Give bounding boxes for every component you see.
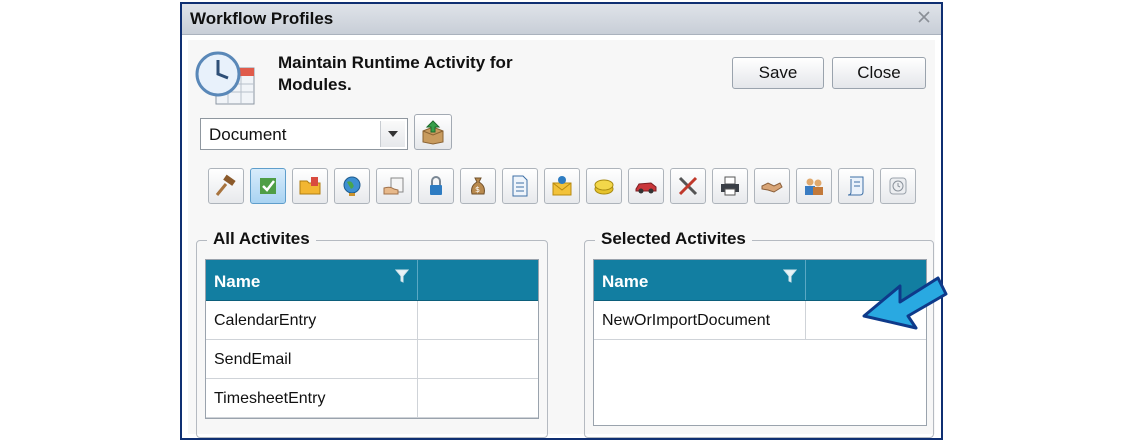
printer-icon <box>721 176 739 196</box>
dropdown-arrow-icon[interactable] <box>380 121 405 147</box>
tool-coins[interactable] <box>586 168 622 204</box>
tool-globe[interactable] <box>334 168 370 204</box>
tool-hand-document[interactable] <box>376 168 412 204</box>
table-row[interactable]: TimesheetEntry <box>206 379 538 418</box>
activity-name-cell: SendEmail <box>206 340 418 378</box>
tool-clock[interactable] <box>880 168 916 204</box>
activity-name-cell: CalendarEntry <box>206 301 418 339</box>
people-icon <box>805 178 823 195</box>
tool-scroll[interactable] <box>838 168 874 204</box>
folder-icon <box>299 177 321 195</box>
tool-gavel[interactable] <box>208 168 244 204</box>
name-column-label: Name <box>214 272 261 291</box>
tool-lock[interactable] <box>418 168 454 204</box>
selected-activities-legend: Selected Activites <box>595 229 752 249</box>
tool-mail[interactable] <box>544 168 580 204</box>
workflow-profiles-window: Workflow Profiles Maintain Runtime Activ… <box>180 2 943 440</box>
scroll-icon <box>847 176 864 196</box>
car-icon <box>635 182 657 194</box>
activity-name-cell: NewOrImportDocument <box>594 301 806 339</box>
mail-icon <box>552 176 572 196</box>
name-column-header[interactable]: Name <box>594 260 806 300</box>
all-activities-grid: Name CalendarEntry SendEmail TimesheetEn… <box>205 259 539 419</box>
coins-icon <box>594 179 614 195</box>
box-arrow-icon <box>422 120 444 145</box>
calendar-clock-icon <box>195 51 255 105</box>
tool-money-bag[interactable]: $ <box>460 168 496 204</box>
dialog-content: Maintain Runtime Activity for Modules. S… <box>188 40 935 438</box>
hand-document-icon <box>383 177 404 195</box>
svg-text:$: $ <box>475 185 480 194</box>
header-description: Maintain Runtime Activity for Modules. <box>278 53 513 94</box>
empty-column-header <box>418 260 538 300</box>
export-button[interactable] <box>414 114 452 150</box>
money-bag-icon: $ <box>471 177 485 195</box>
window-title: Workflow Profiles <box>190 9 334 28</box>
module-toolbar: $ <box>208 168 928 206</box>
name-column-label: Name <box>602 272 649 291</box>
activity-name-cell: TimesheetEntry <box>206 379 418 417</box>
tool-tools[interactable] <box>670 168 706 204</box>
checklist-icon <box>260 178 276 194</box>
globe-icon <box>343 176 361 196</box>
handshake-icon <box>761 182 783 193</box>
name-column-header[interactable]: Name <box>206 260 418 300</box>
clock-icon <box>889 177 907 195</box>
filter-icon[interactable] <box>395 268 409 284</box>
table-row[interactable]: SendEmail <box>206 340 538 379</box>
annotation-arrow-icon <box>862 276 948 330</box>
all-activities-group: All Activites Name CalendarEntry SendEma… <box>196 229 548 438</box>
all-activities-legend: All Activites <box>207 229 316 249</box>
tool-folder[interactable] <box>292 168 328 204</box>
tool-handshake[interactable] <box>754 168 790 204</box>
filter-icon[interactable] <box>783 268 797 284</box>
close-button[interactable]: Close <box>832 57 926 89</box>
table-row[interactable]: CalendarEntry <box>206 301 538 340</box>
close-icon[interactable] <box>917 10 931 24</box>
tool-document[interactable] <box>502 168 538 204</box>
save-button[interactable]: Save <box>732 57 824 89</box>
grid-header: Name <box>206 260 538 301</box>
gavel-icon <box>215 174 236 196</box>
lock-icon <box>430 176 442 195</box>
tool-checklist[interactable] <box>250 168 286 204</box>
tools-icon <box>678 176 698 196</box>
module-dropdown-value: Document <box>209 125 287 144</box>
document-icon <box>512 175 528 197</box>
title-bar: Workflow Profiles <box>182 4 941 35</box>
tool-car[interactable] <box>628 168 664 204</box>
tool-printer[interactable] <box>712 168 748 204</box>
tool-people[interactable] <box>796 168 832 204</box>
module-dropdown[interactable]: Document <box>200 118 408 150</box>
